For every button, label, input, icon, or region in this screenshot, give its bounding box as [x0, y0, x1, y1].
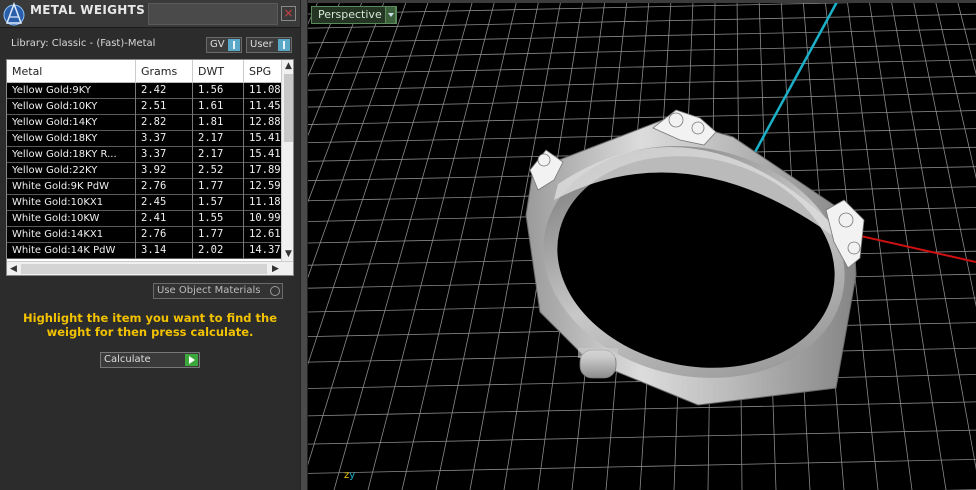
cell-dwt: 1.56: [198, 84, 224, 96]
user-label: User: [250, 39, 273, 50]
ring-model[interactable]: [522, 109, 867, 406]
play-icon: [185, 354, 198, 366]
metal-weights-panel: METAL WEIGHTS × Library: Classic - (Fast…: [0, 0, 300, 490]
table-row[interactable]: White Gold:10KX1 2.45 1.57 11.18: [7, 195, 281, 211]
radio-icon: [270, 286, 280, 296]
table-row[interactable]: White Gold:14KX1 2.76 1.77 12.61: [7, 227, 281, 243]
user-dropdown[interactable]: User: [246, 37, 292, 53]
cell-metal: White Gold:14KX1: [12, 229, 104, 240]
scroll-left-icon[interactable]: ◀: [7, 263, 20, 275]
cell-dwt: 1.57: [198, 196, 224, 208]
horizontal-scroll-thumb[interactable]: [21, 264, 267, 274]
table-row[interactable]: Yellow Gold:18KY R... 3.37 2.17 15.41: [7, 147, 281, 163]
use-object-materials-toggle[interactable]: Use Object Materials: [153, 283, 283, 299]
user-dropdown-icon: [278, 39, 290, 51]
gv-label: GV: [210, 39, 225, 50]
cell-grams: 2.76: [141, 180, 167, 192]
table-row[interactable]: White Gold:14K PdW 3.14 2.02 14.37: [7, 243, 281, 259]
cell-grams: 2.51: [141, 100, 167, 112]
cell-dwt: 2.02: [198, 244, 224, 256]
cell-spg: 17.89: [249, 164, 281, 176]
cell-dwt: 1.55: [198, 212, 224, 224]
cell-metal: Yellow Gold:18KY R...: [12, 149, 117, 160]
vertical-scroll-thumb[interactable]: [284, 74, 293, 142]
instruction-text: Highlight the item you want to find the …: [23, 311, 277, 339]
cell-dwt: 1.61: [198, 100, 224, 112]
vertical-scrollbar[interactable]: ▲ ▼: [281, 60, 293, 261]
library-label: Library: Classic - (Fast)-Metal: [11, 38, 156, 49]
cell-grams: 2.76: [141, 228, 167, 240]
cell-grams: 3.37: [141, 132, 167, 144]
table-rows: Yellow Gold:9KY 2.42 1.56 11.08 Yellow Gold:…: [7, 83, 281, 261]
horizontal-scrollbar[interactable]: ◀ ▶: [7, 261, 293, 275]
cell-dwt: 2.52: [198, 164, 224, 176]
table-row[interactable]: Yellow Gold:18KY 3.37 2.17 15.41: [7, 131, 281, 147]
axis-y-label: y: [349, 470, 356, 481]
cell-metal: White Gold:9K PdW: [12, 181, 109, 192]
use-object-materials-label: Use Object Materials: [157, 285, 261, 296]
close-button[interactable]: ×: [281, 6, 296, 21]
cell-spg: 11.45: [249, 100, 281, 112]
cell-metal: White Gold:10KW: [12, 213, 100, 224]
table-row[interactable]: Yellow Gold:9KY 2.42 1.56 11.08: [7, 83, 281, 99]
cell-grams: 2.82: [141, 116, 167, 128]
view-mode-arrow-icon[interactable]: [385, 6, 396, 24]
axis-indicator: zy: [344, 470, 355, 481]
table-row[interactable]: Yellow Gold:14KY 2.82 1.81 12.88: [7, 115, 281, 131]
cell-metal: Yellow Gold:10KY: [12, 101, 98, 112]
app-logo-icon: [3, 1, 25, 26]
cell-dwt: 1.77: [198, 228, 224, 240]
cell-dwt: 2.17: [198, 132, 224, 144]
panel-titlebar: METAL WEIGHTS ×: [0, 0, 300, 28]
table-row[interactable]: White Gold:10KW 2.41 1.55 10.99: [7, 211, 281, 227]
table-row[interactable]: Yellow Gold:22KY 3.92 2.52 17.89: [7, 163, 281, 179]
title-tab-area: [148, 3, 278, 25]
3d-viewport[interactable]: Perspective zy: [308, 0, 976, 490]
cell-spg: 12.61: [249, 228, 281, 240]
cell-grams: 3.92: [141, 164, 167, 176]
cell-metal: Yellow Gold:22KY: [12, 165, 98, 176]
table-row[interactable]: Yellow Gold:10KY 2.51 1.61 11.45: [7, 99, 281, 115]
cell-metal: Yellow Gold:9KY: [12, 85, 91, 96]
cell-grams: 2.41: [141, 212, 167, 224]
cell-spg: 14.37: [249, 244, 281, 256]
cell-dwt: 2.17: [198, 148, 224, 160]
cell-dwt: 1.81: [198, 116, 224, 128]
scroll-right-icon[interactable]: ▶: [269, 263, 282, 275]
cell-spg: 11.18: [249, 196, 281, 208]
cell-grams: 3.37: [141, 148, 167, 160]
scroll-down-icon[interactable]: ▼: [282, 248, 293, 261]
gv-dropdown-icon: [228, 39, 240, 51]
cell-metal: Yellow Gold:18KY: [12, 133, 98, 144]
header-spg[interactable]: SPG: [249, 65, 271, 78]
header-metal[interactable]: Metal: [12, 65, 42, 78]
scroll-up-icon[interactable]: ▲: [282, 60, 293, 73]
panel-splitter[interactable]: [300, 0, 308, 490]
panel-title: METAL WEIGHTS: [30, 3, 146, 17]
metal-table: Metal Grams DWT SPG Yellow Gold:9KY 2.42 1…: [6, 59, 294, 276]
cell-spg: 10.99: [249, 212, 281, 224]
cell-spg: 15.41: [249, 132, 281, 144]
cell-grams: 2.42: [141, 84, 167, 96]
cell-spg: 15.41: [249, 148, 281, 160]
cell-dwt: 1.77: [198, 180, 224, 192]
calculate-button[interactable]: Calculate: [100, 352, 200, 368]
header-grams[interactable]: Grams: [141, 65, 177, 78]
cell-metal: White Gold:10KX1: [12, 197, 104, 208]
cell-metal: Yellow Gold:14KY: [12, 117, 98, 128]
cell-spg: 11.08: [249, 84, 281, 96]
cell-grams: 2.45: [141, 196, 167, 208]
table-header: Metal Grams DWT SPG: [7, 60, 281, 83]
header-dwt[interactable]: DWT: [198, 65, 224, 78]
cell-metal: White Gold:14K PdW: [12, 245, 116, 256]
calculate-label: Calculate: [104, 354, 151, 365]
viewport-scene: [308, 0, 976, 490]
gv-dropdown[interactable]: GV: [206, 37, 242, 53]
table-row[interactable]: White Gold:9K PdW 2.76 1.77 12.59: [7, 179, 281, 195]
viewport-topbar: [308, 0, 976, 3]
cell-spg: 12.88: [249, 116, 281, 128]
cell-spg: 12.59: [249, 180, 281, 192]
cell-grams: 3.14: [141, 244, 167, 256]
